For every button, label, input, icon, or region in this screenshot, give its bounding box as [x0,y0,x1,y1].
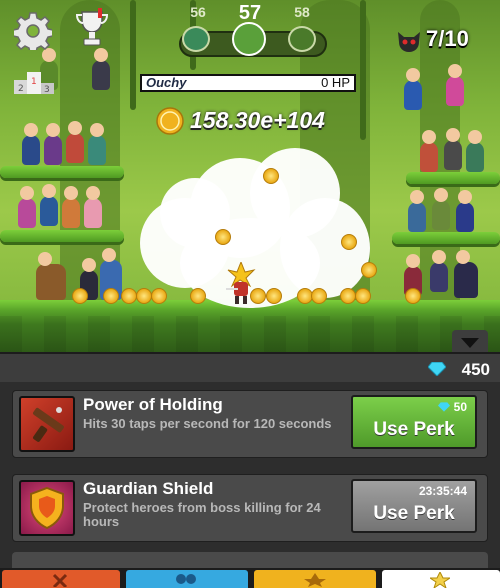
perk-cost: 50 [438,400,467,414]
perk-row-power-of-holding: Power of Holding Hits 30 taps per second… [12,390,488,458]
diamond-count: 450 [461,360,490,379]
gold-coin[interactable] [103,288,119,304]
hero-character [92,48,110,90]
hero-character [456,190,474,232]
previous-stage-number: 56 [190,4,206,20]
gold-counter: 158.30e+104 [156,106,356,138]
hero-character [432,188,450,230]
hero-character [62,186,80,228]
gold-coin[interactable] [121,288,137,304]
hero-character [88,123,106,165]
use-perk-button-cooldown[interactable]: 23:35:44 Use Perk [351,479,477,533]
svg-text:2: 2 [18,84,24,94]
hero-character [466,130,484,172]
perk-cost-value: 50 [453,400,467,414]
use-perk-label: Use Perk [373,419,455,440]
perk-description: Protect heroes from boss killing for 24 … [83,500,321,529]
hero-character [66,121,84,163]
left-ledge-upper [0,166,124,178]
gold-coin[interactable] [215,229,231,245]
tab-shop[interactable] [382,570,500,588]
gold-coin[interactable] [266,288,282,304]
diamond-icon [438,402,451,412]
svg-text:3: 3 [44,85,50,94]
collapse-panel-button[interactable] [452,330,488,354]
artifacts-icon [304,573,326,587]
tab-heroes[interactable] [126,570,248,588]
gold-coin[interactable] [341,234,357,250]
heroes-icon [176,574,196,584]
panel-header: 450 [0,352,500,382]
diamond-balance: 450 [428,360,490,382]
perk-row-guardian-shield: Guardian Shield Protect heroes from boss… [12,474,488,542]
perk-description: Hits 30 taps per second for 120 seconds [83,416,332,431]
perk-cooldown-timer: 23:35:44 [418,484,467,498]
gold-coin[interactable] [311,288,327,304]
next-stage-icon [288,26,316,52]
kill-count-text: 7/10 [426,26,469,51]
chevron-down-icon [461,338,479,348]
gold-amount: 158.30e+104 [190,107,325,133]
sword-icon [52,573,68,587]
gold-coin[interactable] [190,288,206,304]
use-perk-label: Use Perk [373,503,455,524]
gold-coin[interactable] [136,288,152,304]
vine [360,0,366,140]
next-stage-number: 58 [294,4,310,20]
bottom-tab-bar [0,568,500,588]
gold-coin[interactable] [72,288,88,304]
gold-coin[interactable] [361,262,377,278]
svg-text:1: 1 [31,77,37,87]
stage-progress: 56 57 58 [178,2,328,58]
boss-hp-value: 0 HP [321,75,350,90]
right-ledge-upper [406,172,500,184]
left-ledge-lower [0,230,124,242]
diamond-icon [428,362,446,376]
hero-character [40,184,58,226]
hero-character [420,130,438,172]
gun-icon [19,396,75,452]
boss-name: Ouchy [146,75,187,90]
hero-character [36,252,66,300]
previous-stage-icon [182,26,210,52]
shield-icon [19,480,75,536]
perk-title: Power of Holding [83,395,223,414]
monster-head-icon [398,32,420,52]
settings-gear-icon[interactable] [14,12,52,50]
hero-character [404,68,422,110]
gold-coin[interactable] [405,288,421,304]
gold-coin[interactable] [355,288,371,304]
tab-sword-master[interactable] [2,570,120,588]
gold-coin-icon [156,107,184,135]
hero-character [446,64,464,106]
vine [130,0,136,110]
hero-character [44,123,62,165]
perk-list[interactable]: Power of Holding Hits 30 taps per second… [0,382,500,568]
leaderboard-podium-icon[interactable]: 2 1 3 [14,68,54,94]
perk-title: Guardian Shield [83,479,214,498]
hero-character [84,186,102,228]
tab-artifacts[interactable] [254,570,376,588]
right-ledge-lower [392,232,500,244]
gold-coin[interactable] [263,168,279,184]
hero-character [18,186,36,228]
gold-coin[interactable] [151,288,167,304]
hero-character [22,123,40,165]
perk-row-partial [12,552,488,568]
gold-coin[interactable] [340,288,356,304]
shop-icon [430,572,450,588]
hero-character [444,128,462,170]
ground-texture [0,316,500,352]
use-perk-button[interactable]: 50 Use Perk [351,395,477,449]
boss-kill-counter: 7/10 [396,26,492,58]
hero-character [408,190,426,232]
hero-character [430,250,448,292]
gold-coin[interactable] [250,288,266,304]
trophy-icon[interactable] [76,8,108,48]
boss-health-bar: Ouchy 0 HP [140,74,356,92]
current-stage-icon [232,22,266,56]
hero-character [454,250,478,298]
